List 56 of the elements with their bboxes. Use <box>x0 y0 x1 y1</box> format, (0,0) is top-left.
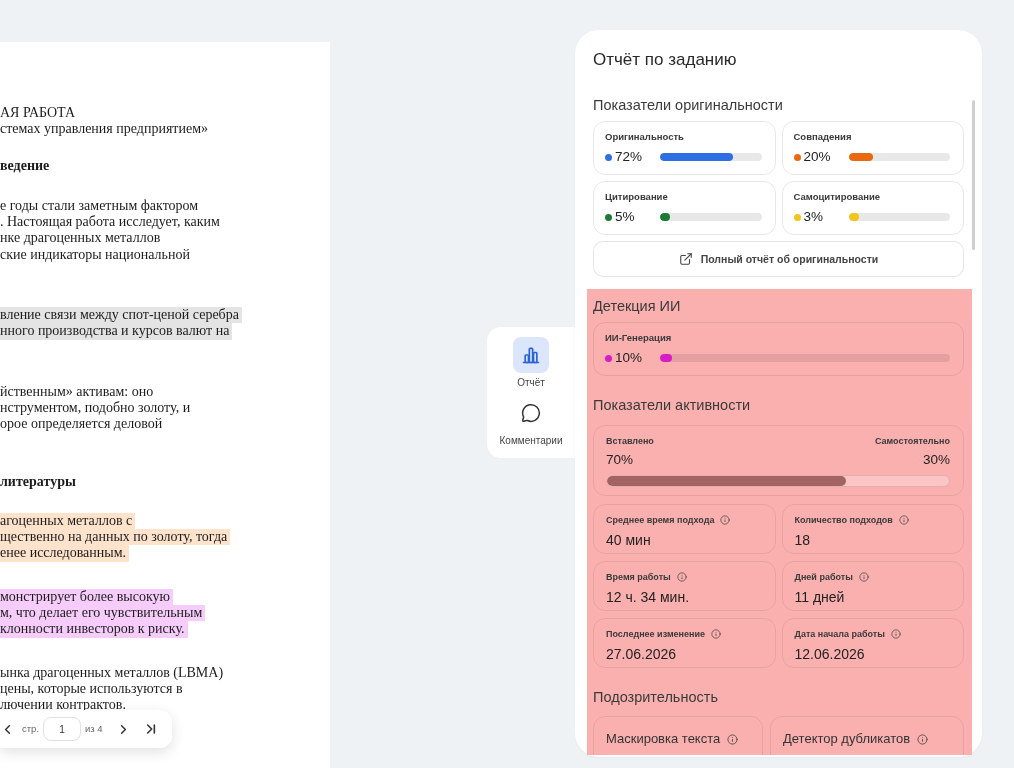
split-value: 30% <box>922 452 950 468</box>
stat-value: 12 ч. 34 мин. <box>606 589 691 605</box>
paragraph-text: ынка драгоценных металлов (LBMA) цены, которые используются в лючении контрактов. <box>0 664 224 713</box>
info-icon[interactable] <box>858 572 869 582</box>
info-icon[interactable] <box>727 733 739 745</box>
info-icon[interactable] <box>898 515 909 525</box>
heading-text: литературы <box>0 473 76 489</box>
split-value: 70% <box>606 452 634 468</box>
stat-label: Дата начала работы <box>794 628 885 640</box>
stat-label: Время работы <box>606 571 671 583</box>
metric-label: Оригинальность <box>605 131 685 143</box>
page-input[interactable]: 1 <box>43 717 82 741</box>
scrollbar-thumb[interactable] <box>972 100 975 250</box>
stat-value: 18 <box>794 532 812 548</box>
split-label: Самостоятельно <box>874 435 950 447</box>
external-link-icon <box>678 252 693 266</box>
info-icon[interactable] <box>720 515 731 525</box>
stat-value: 12.06.2026 <box>794 646 866 662</box>
metric-label: Цитирование <box>605 191 669 203</box>
sidebar-tab[interactable]: Отчёт <box>513 337 549 389</box>
stat-label: Дней работы <box>794 571 853 583</box>
check-label: Маскировка текста <box>606 731 721 747</box>
section-title: Детекция ИИ <box>593 297 682 315</box>
stat-label: Последнее изменение <box>606 628 705 640</box>
section-title: Показатели активности <box>593 396 752 414</box>
split-label: Вставлено <box>606 435 654 447</box>
full-report-button[interactable]: Полный отчёт об оригинальности <box>593 241 964 277</box>
metric-value: 5% <box>615 209 635 225</box>
info-icon[interactable] <box>917 733 929 745</box>
check-label: Детектор дубликатов <box>783 731 911 747</box>
section-title: Показатели оригинальности <box>593 96 784 114</box>
sidebar-tab[interactable]: Комментарии <box>499 395 563 447</box>
bar-chart-icon <box>513 337 549 373</box>
heading-text: АЯ РАБОТА стемах управления предприятием» <box>0 105 209 137</box>
metric-label: ИИ-Генерация <box>605 332 673 344</box>
metric-value: 20% <box>803 149 831 165</box>
page-total: из 4 <box>85 721 103 736</box>
stat-value: 40 мин <box>606 532 652 548</box>
metric-label: Совпадения <box>793 131 853 143</box>
metric-label: Самоцитирование <box>793 191 882 203</box>
stat-label: Количество подходов <box>794 514 893 526</box>
paragraph-text: йственным» активам: оно нструментом, подобно золоту, и орое определяется деловой <box>0 383 191 432</box>
info-icon[interactable] <box>676 572 687 582</box>
metric-value: 3% <box>803 209 823 225</box>
heading-text: ведение <box>0 157 50 173</box>
page-label: стр. <box>22 721 40 736</box>
stat-value: 27.06.2026 <box>606 646 678 662</box>
metric-value: 10% <box>615 350 643 366</box>
paragraph-text: е годы стали заметным фактором . Настоящая работа исследует, каким нке драгоценных металлов ские индикаторы национальной <box>0 197 220 262</box>
info-icon[interactable] <box>890 629 901 639</box>
report-title: Отчёт по заданию <box>592 49 738 71</box>
section-title: Подозрительность <box>593 688 719 706</box>
info-icon[interactable] <box>711 629 721 639</box>
metric-value: 72% <box>615 149 643 165</box>
stat-label: Среднее время подхода <box>606 514 715 526</box>
stat-value: 11 дней <box>794 589 846 605</box>
